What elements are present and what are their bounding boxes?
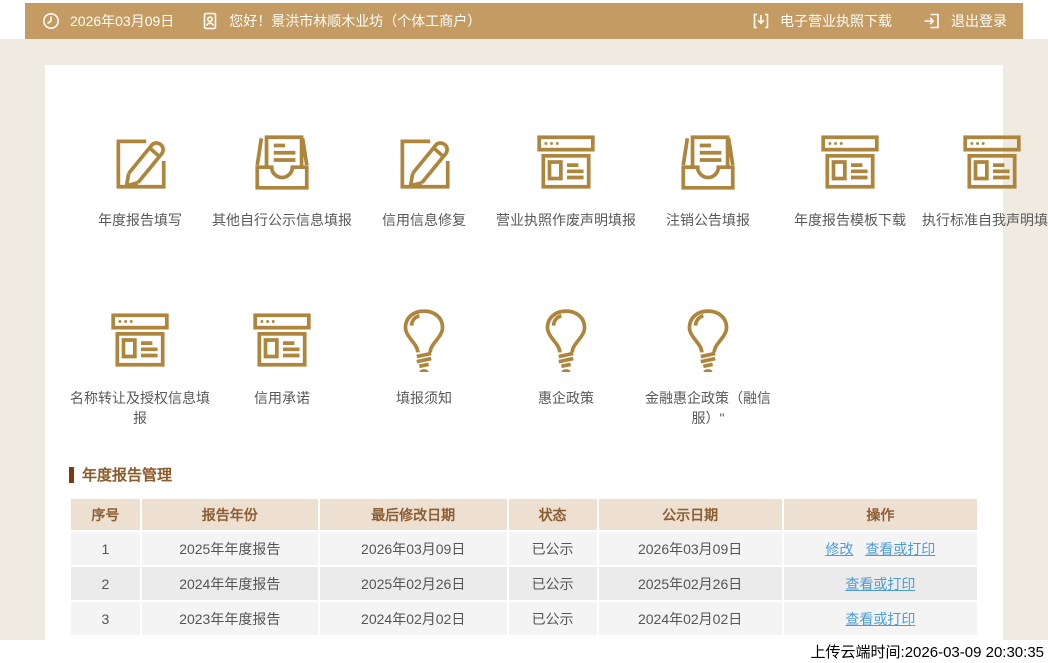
edit-icon: [107, 128, 173, 194]
greeting-text: 您好！景洪市林顺木业坊（个体工商户）: [229, 11, 481, 31]
shortcut-financial-policy[interactable]: 金融惠企政策（融信服）": [637, 306, 779, 428]
user-badge-icon: [200, 11, 220, 31]
user-greeting: 您好！景洪市林顺木业坊（个体工商户）: [200, 11, 481, 31]
page-background: 年度报告填写 其他自行公示信息填报 信用信息修复 营业执照作废声明填报 注销公告…: [0, 39, 1048, 640]
license-download-button[interactable]: 电子营业执照下载: [751, 11, 892, 31]
shortcut-credit-repair[interactable]: 信用信息修复: [353, 128, 495, 230]
shortcut-cancellation-notice[interactable]: 注销公告填报: [637, 128, 779, 230]
shortcut-label: 营业执照作废声明填报: [495, 210, 637, 230]
upload-time-text: 上传云端时间:2026-03-09 20:30:35: [811, 641, 1044, 662]
cell-last-modified: 2026年03月09日: [319, 531, 508, 566]
inbox-document-icon: [675, 128, 741, 194]
browser-window-icon: [249, 306, 315, 372]
shortcut-label: 执行标准自我声明填报: [921, 210, 1048, 230]
shortcut-label: 惠企政策: [495, 388, 637, 408]
shortcut-credit-commitment[interactable]: 信用承诺: [211, 306, 353, 428]
logout-button[interactable]: 退出登录: [922, 11, 1007, 31]
shortcut-label: 信用信息修复: [353, 210, 495, 230]
cell-actions: 查看或打印: [783, 566, 978, 601]
license-download-label: 电子营业执照下载: [780, 11, 892, 31]
cell-seq: 3: [70, 601, 141, 636]
table-row: 1 2025年年度报告 2026年03月09日 已公示 2026年03月09日 …: [70, 531, 978, 566]
browser-window-icon: [533, 128, 599, 194]
shortcut-grid-row2: 名称转让及授权信息填报 信用承诺 填报须知 惠企政策 金融惠企政策（融信服）": [69, 306, 979, 428]
footer-bar: 上传云端时间:2026-03-09 20:30:35: [0, 640, 1048, 663]
cell-publish-date: 2024年02月02日: [598, 601, 783, 636]
shortcut-label: 填报须知: [353, 388, 495, 408]
section-title-text: 年度报告管理: [82, 464, 172, 485]
browser-window-icon: [959, 128, 1025, 194]
cell-status: 已公示: [508, 566, 598, 601]
cell-report-year: 2025年年度报告: [141, 531, 319, 566]
view-print-link[interactable]: 查看或打印: [845, 576, 915, 592]
cell-actions: 修改 查看或打印: [783, 531, 978, 566]
top-bar: 2026年03月09日 您好！景洪市林顺木业坊（个体工商户） 电子营业执照下载 …: [25, 3, 1023, 39]
table-row: 3 2023年年度报告 2024年02月02日 已公示 2024年02月02日 …: [70, 601, 978, 636]
annual-report-table: 序号 报告年份 最后修改日期 状态 公示日期 操作 1 2025年年度报告 20…: [69, 497, 979, 637]
col-seq: 序号: [70, 498, 141, 531]
shortcut-enterprise-policy[interactable]: 惠企政策: [495, 306, 637, 428]
browser-window-icon: [107, 306, 173, 372]
cell-seq: 1: [70, 531, 141, 566]
cell-publish-date: 2026年03月09日: [598, 531, 783, 566]
cell-last-modified: 2025年02月26日: [319, 566, 508, 601]
cell-status: 已公示: [508, 531, 598, 566]
shortcut-label: 金融惠企政策（融信服）": [637, 388, 779, 428]
table-row: 2 2024年年度报告 2025年02月26日 已公示 2025年02月26日 …: [70, 566, 978, 601]
browser-window-icon: [817, 128, 883, 194]
shortcut-other-public-info[interactable]: 其他自行公示信息填报: [211, 128, 353, 230]
shortcut-report-template-download[interactable]: 年度报告模板下载: [779, 128, 921, 230]
main-card: 年度报告填写 其他自行公示信息填报 信用信息修复 营业执照作废声明填报 注销公告…: [45, 65, 1003, 640]
logout-icon: [922, 11, 942, 31]
cell-status: 已公示: [508, 601, 598, 636]
modify-link[interactable]: 修改: [825, 541, 853, 557]
table-header-row: 序号 报告年份 最后修改日期 状态 公示日期 操作: [70, 498, 978, 531]
shortcut-license-invalidation[interactable]: 营业执照作废声明填报: [495, 128, 637, 230]
view-print-link[interactable]: 查看或打印: [845, 611, 915, 627]
col-last-modified: 最后修改日期: [319, 498, 508, 531]
col-publish-date: 公示日期: [598, 498, 783, 531]
section-title: 年度报告管理: [69, 464, 979, 485]
col-status: 状态: [508, 498, 598, 531]
shortcut-grid-row1: 年度报告填写 其他自行公示信息填报 信用信息修复 营业执照作废声明填报 注销公告…: [69, 128, 979, 230]
shortcut-annual-report-fill[interactable]: 年度报告填写: [69, 128, 211, 230]
col-actions: 操作: [783, 498, 978, 531]
download-icon: [751, 11, 771, 31]
logout-label: 退出登录: [951, 11, 1007, 31]
cell-publish-date: 2025年02月26日: [598, 566, 783, 601]
current-date: 2026年03月09日: [70, 11, 174, 31]
edit-icon: [391, 128, 457, 194]
lightbulb-icon: [391, 306, 457, 372]
view-print-link[interactable]: 查看或打印: [865, 541, 935, 557]
date-display: 2026年03月09日: [41, 11, 174, 31]
col-report-year: 报告年份: [141, 498, 319, 531]
shortcut-label: 其他自行公示信息填报: [211, 210, 353, 230]
cell-seq: 2: [70, 566, 141, 601]
cell-actions: 查看或打印: [783, 601, 978, 636]
shortcut-label: 信用承诺: [211, 388, 353, 408]
inbox-document-icon: [249, 128, 315, 194]
section-title-marker: [69, 467, 74, 483]
lightbulb-icon: [675, 306, 741, 372]
shortcut-name-transfer-authorization[interactable]: 名称转让及授权信息填报: [69, 306, 211, 428]
shortcut-label: 年度报告模板下载: [779, 210, 921, 230]
shortcut-label: 注销公告填报: [637, 210, 779, 230]
cell-report-year: 2023年年度报告: [141, 601, 319, 636]
shortcut-filing-instructions[interactable]: 填报须知: [353, 306, 495, 428]
lightbulb-icon: [533, 306, 599, 372]
shortcut-standard-self-declaration[interactable]: 执行标准自我声明填报: [921, 128, 1048, 230]
annual-report-section: 年度报告管理 序号 报告年份 最后修改日期 状态 公示日期 操作: [69, 464, 979, 637]
clock-icon: [41, 11, 61, 31]
cell-report-year: 2024年年度报告: [141, 566, 319, 601]
shortcut-label: 年度报告填写: [69, 210, 211, 230]
cell-last-modified: 2024年02月02日: [319, 601, 508, 636]
shortcut-label: 名称转让及授权信息填报: [69, 388, 211, 428]
